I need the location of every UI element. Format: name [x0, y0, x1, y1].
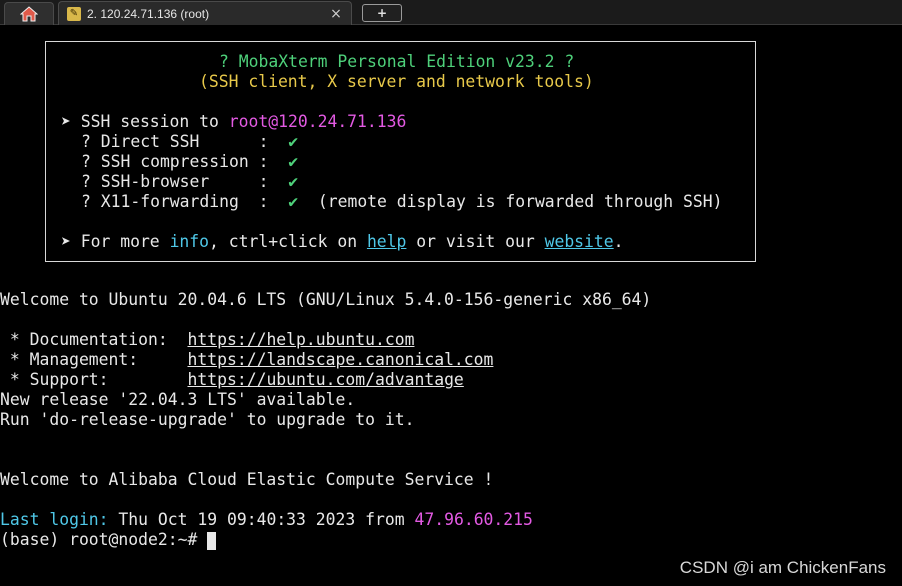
management-label: * Management: — [0, 350, 188, 369]
management-line: * Management: https://landscape.canonica… — [0, 350, 494, 370]
release-line: New release '22.04.3 LTS' available. — [0, 390, 356, 409]
feature-label: ? X11-forwarding : — [81, 192, 289, 211]
ssh-session-line: ➤ SSH session to root@120.24.71.136 — [61, 112, 406, 132]
session-tab-title: 2. 120.24.71.136 (root) — [87, 6, 210, 21]
home-icon — [20, 6, 38, 22]
info-link[interactable]: info — [170, 232, 209, 251]
mobaxterm-banner: ? MobaXterm Personal Edition v23.2 ? (SS… — [45, 41, 756, 262]
more-info-line: ➤ For more info, ctrl+click on help or v… — [61, 232, 624, 252]
banner-subtitle: (SSH client, X server and network tools) — [199, 72, 594, 91]
shell-prompt: (base) root@node2:~# — [0, 530, 208, 549]
check-icon: ✔ — [288, 192, 299, 211]
session-prefix: ➤ SSH session to — [61, 112, 229, 131]
feature-ssh-compression: ? SSH compression : ✔ — [81, 152, 298, 172]
feature-label: ? Direct SSH : — [81, 132, 289, 151]
home-tab[interactable] — [4, 2, 54, 25]
feature-ssh-browser: ? SSH-browser : ✔ — [81, 172, 298, 192]
banner-title: ? MobaXterm Personal Edition v23.2 ? — [219, 52, 575, 71]
last-login-line: Last login: Thu Oct 19 09:40:33 2023 fro… — [0, 510, 533, 530]
last-login-text: Thu Oct 19 09:40:33 2023 from — [108, 510, 415, 529]
watermark: CSDN @i am ChickenFans — [679, 558, 886, 577]
more-end: . — [613, 232, 624, 251]
help-link[interactable]: help — [367, 232, 406, 251]
ubuntu-welcome: Welcome to Ubuntu 20.04.6 LTS (GNU/Linux… — [0, 290, 652, 309]
support-label: * Support: — [0, 370, 188, 389]
alibaba-welcome: Welcome to Alibaba Cloud Elastic Compute… — [0, 470, 494, 489]
key-icon: ✎ — [67, 6, 81, 21]
close-icon[interactable]: × — [327, 6, 345, 22]
new-tab-button[interactable]: + — [362, 4, 402, 22]
feature-direct-ssh: ? Direct SSH : ✔ — [81, 132, 298, 152]
last-login-label: Last login: — [0, 510, 109, 529]
feature-label: ? SSH compression : — [81, 152, 289, 171]
feature-x11-forwarding: ? X11-forwarding : ✔ (remote display is … — [81, 192, 722, 212]
feature-note: (remote display is forwarded through SSH… — [298, 192, 723, 211]
more-mid2: or visit our — [406, 232, 545, 251]
session-tab[interactable]: ✎ 2. 120.24.71.136 (root) × — [58, 1, 352, 25]
feature-label: ? SSH-browser : — [81, 172, 289, 191]
more-prefix: ➤ For more — [61, 232, 170, 251]
upgrade-line: Run 'do-release-upgrade' to upgrade to i… — [0, 410, 415, 429]
check-icon: ✔ — [288, 152, 299, 171]
check-icon: ✔ — [288, 132, 299, 151]
check-icon: ✔ — [288, 172, 299, 191]
support-link[interactable]: https://ubuntu.com/advantage — [188, 370, 464, 389]
management-link[interactable]: https://landscape.canonical.com — [188, 350, 494, 369]
last-login-ip: 47.96.60.215 — [414, 510, 533, 529]
terminal[interactable]: ? MobaXterm Personal Edition v23.2 ? (SS… — [0, 25, 902, 586]
more-mid: , ctrl+click on — [209, 232, 367, 251]
text-cursor — [207, 531, 217, 550]
doc-label: * Documentation: — [0, 330, 188, 349]
doc-link[interactable]: https://help.ubuntu.com — [188, 330, 415, 349]
support-line: * Support: https://ubuntu.com/advantage — [0, 370, 464, 390]
doc-line: * Documentation: https://help.ubuntu.com — [0, 330, 415, 350]
tab-bar: ✎ 2. 120.24.71.136 (root) × + — [0, 0, 902, 25]
prompt-line[interactable]: (base) root@node2:~# — [0, 530, 217, 550]
session-host: root@120.24.71.136 — [228, 112, 407, 131]
website-link[interactable]: website — [545, 232, 614, 251]
